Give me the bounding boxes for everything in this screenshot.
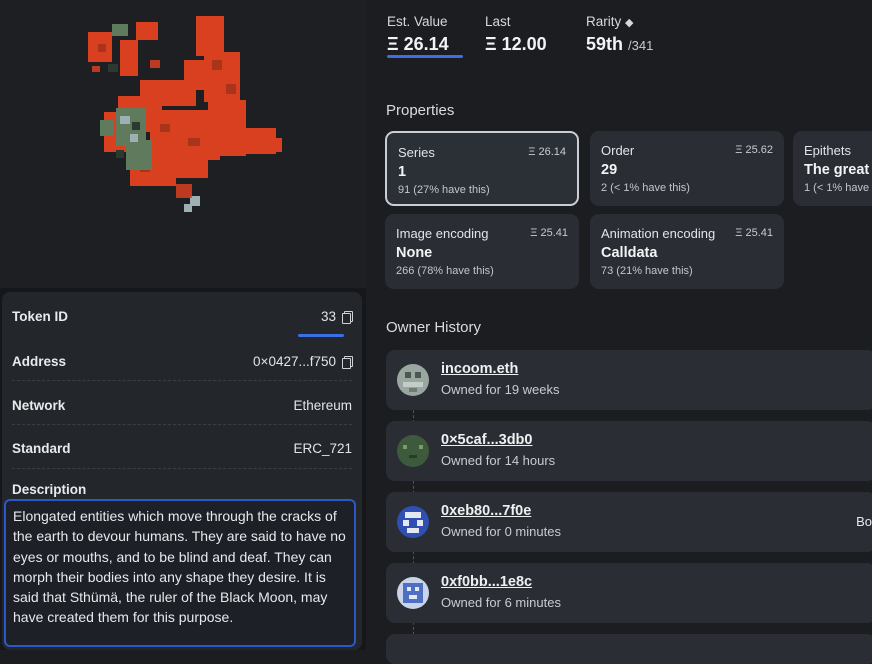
owner-row[interactable]: 0×5caf...3db0 Owned for 14 hours — [386, 421, 872, 481]
owner-row[interactable]: incoom.eth Owned for 19 weeks — [386, 350, 872, 410]
property-value: The great — [804, 162, 870, 178]
property-key: Epithets — [804, 143, 851, 158]
network-value: Ethereum — [293, 398, 352, 413]
standard-value: ERC_721 — [293, 441, 352, 456]
property-card-order[interactable]: Order Ξ 25.62 29 2 (< 1% have this) — [590, 131, 784, 206]
address-label: Address — [12, 354, 67, 369]
divider — [12, 468, 352, 469]
owner-name[interactable]: 0xeb80...7f0e — [441, 503, 531, 519]
owner-duration: Owned for 19 weeks — [441, 382, 560, 397]
property-count: 91 (27% have this) — [398, 184, 490, 196]
rarity-rank: 59th — [586, 34, 624, 54]
address-value: 0×0427...f750 — [253, 354, 353, 369]
token-id-text: 33 — [320, 309, 336, 324]
owner-row[interactable]: 0xf0bb...1e8c Owned for 6 minutes — [386, 563, 872, 623]
property-card-series[interactable]: Series Ξ 26.14 1 91 (27% have this) — [385, 131, 579, 206]
right-panel: Est. Value Ξ 26.14 Last Ξ 12.00 Rarity ◆… — [366, 0, 872, 664]
token-artwork — [0, 0, 366, 288]
property-price: Ξ 25.41 — [735, 227, 773, 239]
owner-row[interactable] — [386, 634, 872, 664]
token-id-label: Token ID — [12, 309, 69, 324]
property-value: None — [396, 245, 433, 261]
avatar — [397, 577, 429, 609]
token-id-value: 33 — [320, 309, 353, 324]
rarity-value: 59th /341 — [586, 34, 653, 55]
property-value: Calldata — [601, 245, 658, 261]
avatar — [397, 506, 429, 538]
est-value-stat[interactable]: Est. Value Ξ 26.14 — [387, 14, 449, 55]
avatar — [397, 435, 429, 467]
owner-extra: Bo — [856, 514, 872, 529]
owner-history-title: Owner History — [386, 319, 482, 336]
token-id-underline — [298, 334, 344, 337]
divider — [12, 424, 352, 425]
copy-icon[interactable] — [342, 355, 353, 369]
est-value-label: Est. Value — [387, 14, 448, 29]
property-price: Ξ 26.14 — [528, 146, 566, 158]
rarity-stat[interactable]: Rarity ◆ 59th /341 — [586, 14, 653, 55]
description-label: Description — [12, 482, 87, 497]
left-panel: Token ID 33 Address 0×0427...f750 Networ… — [0, 0, 366, 650]
property-card-animation-encoding[interactable]: Animation encoding Ξ 25.41 Calldata 73 (… — [590, 214, 784, 289]
property-price: Ξ 25.62 — [735, 144, 773, 156]
rarity-label-wrap: Rarity ◆ — [586, 14, 653, 29]
rarity-label: Rarity — [586, 14, 622, 29]
owner-duration: Owned for 0 minutes — [441, 524, 561, 539]
last-stat[interactable]: Last Ξ 12.00 — [485, 14, 547, 55]
properties-title: Properties — [386, 102, 455, 119]
standard-label: Standard — [12, 441, 71, 456]
owner-duration: Owned for 6 minutes — [441, 595, 561, 610]
property-count: 266 (78% have this) — [396, 265, 494, 277]
est-value: Ξ 26.14 — [387, 34, 449, 54]
token-info-panel: Token ID 33 Address 0×0427...f750 Networ… — [2, 292, 362, 650]
property-card-epithets[interactable]: Epithets The great 1 (< 1% have — [793, 131, 872, 206]
owner-name[interactable]: 0×5caf...3db0 — [441, 432, 532, 448]
property-price: Ξ 25.41 — [530, 227, 568, 239]
copy-icon[interactable] — [342, 310, 353, 324]
description-text[interactable]: Elongated entities which move through th… — [4, 499, 356, 647]
avatar — [397, 364, 429, 396]
owner-name[interactable]: 0xf0bb...1e8c — [441, 574, 532, 590]
diamond-icon: ◆ — [625, 17, 634, 29]
last-label: Last — [485, 14, 511, 29]
property-card-image-encoding[interactable]: Image encoding Ξ 25.41 None 266 (78% hav… — [385, 214, 579, 289]
rarity-total: /341 — [628, 38, 654, 53]
property-value: 1 — [398, 164, 407, 180]
property-count: 2 (< 1% have this) — [601, 182, 690, 194]
owner-name[interactable]: incoom.eth — [441, 361, 518, 377]
owner-duration: Owned for 14 hours — [441, 453, 556, 468]
network-label: Network — [12, 398, 66, 413]
last-value: Ξ 12.00 — [485, 34, 547, 54]
est-value-underline — [387, 55, 463, 58]
divider — [12, 380, 352, 381]
property-count: 73 (21% have this) — [601, 265, 693, 277]
property-count: 1 (< 1% have — [804, 182, 870, 194]
address-text: 0×0427...f750 — [253, 354, 336, 369]
owner-row[interactable]: 0xeb80...7f0e Owned for 0 minutes Bo — [386, 492, 872, 552]
property-value: 29 — [601, 162, 618, 178]
